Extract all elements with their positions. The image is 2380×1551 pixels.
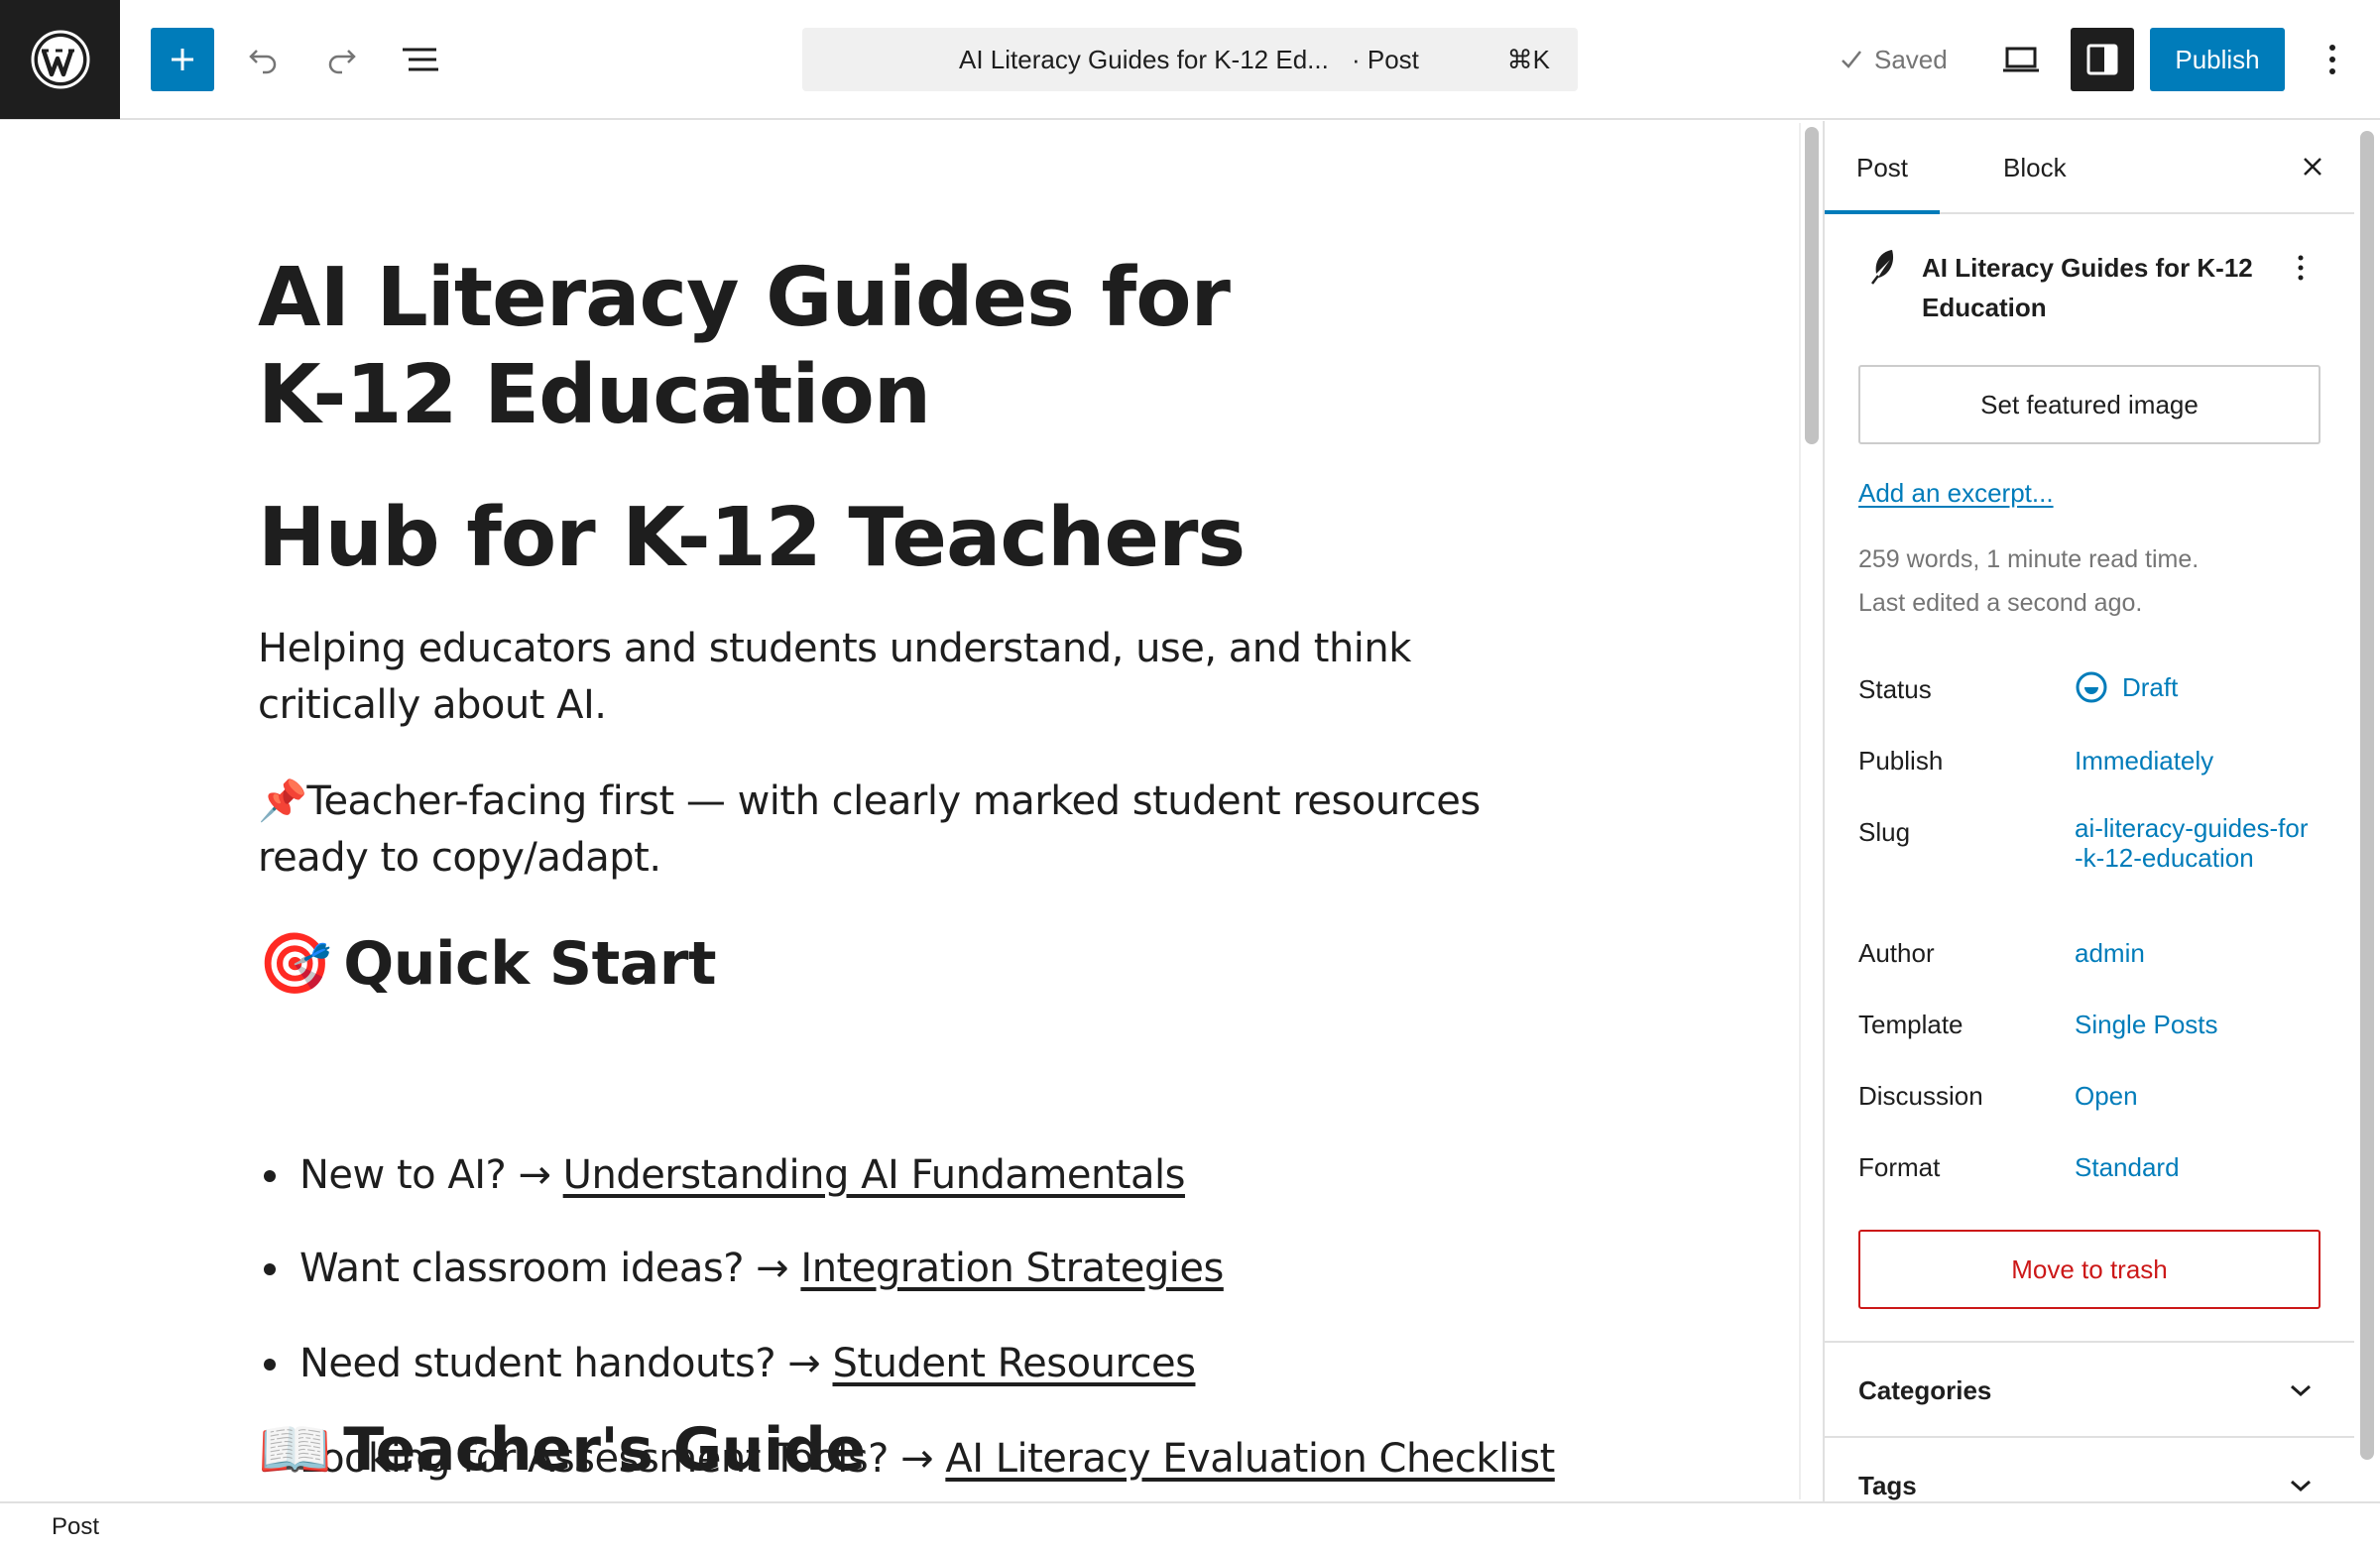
add-block-button[interactable] [151, 28, 214, 91]
command-palette-bar[interactable]: AI Literacy Guides for K-12 Ed... · Post… [802, 28, 1578, 91]
post-card-title: AI Literacy Guides for K-12 Education [1922, 253, 2253, 322]
sidebar-toggle-icon [2086, 44, 2118, 75]
list-item-prefix: Want classroom ideas? → [299, 1246, 801, 1291]
tags-panel-label: Tags [1858, 1471, 1917, 1500]
checkmark-icon [1842, 51, 1861, 68]
word-count: 259 words, 1 minute read time. [1858, 545, 2200, 573]
tags-toggle[interactable] [2281, 1466, 2320, 1501]
chevron-down-icon [2291, 1384, 2311, 1397]
discussion-button[interactable]: Open [2075, 1081, 2138, 1112]
list-item: Want classroom ideas? → Integration Stra… [264, 1244, 1224, 1293]
sidebar-scrollbar-thumb[interactable] [2360, 131, 2374, 1460]
student-resources-link[interactable]: Student Resources [833, 1341, 1196, 1386]
sidebar-scrollbar[interactable] [2356, 123, 2378, 1499]
author-label: Author [1858, 938, 1935, 968]
post-actions-button[interactable] [2281, 248, 2320, 288]
slug-button[interactable]: ai-literacy-guides-for-k-12-education [2075, 813, 2313, 873]
publish-button[interactable]: Publish [2150, 28, 2285, 91]
add-excerpt-link[interactable]: Add an excerpt... [1858, 478, 2054, 509]
saved-label: Saved [1874, 44, 1948, 74]
undo-icon [249, 50, 277, 74]
more-vertical-icon [2298, 255, 2304, 281]
quick-start-heading[interactable]: 🎯 Quick Start [258, 926, 717, 1002]
options-menu-button[interactable] [2301, 28, 2364, 91]
categories-toggle[interactable] [2281, 1371, 2320, 1410]
post-feather-icon [1871, 250, 1894, 285]
template-button[interactable]: Single Posts [2075, 1010, 2218, 1040]
wordpress-icon [31, 30, 89, 89]
sidebar-tabs: Post Block [1825, 121, 2354, 214]
open-book-icon: 📖 [258, 1415, 332, 1485]
document-type: · Post [1352, 45, 1419, 74]
document-overview-button[interactable] [389, 28, 452, 91]
draft-status-icon [2076, 671, 2107, 703]
last-edited: Last edited a second ago. [1858, 589, 2143, 617]
note-text: Teacher-facing first — with clearly mark… [258, 778, 1481, 881]
status-label: Status [1858, 674, 1932, 704]
close-settings-button[interactable] [2281, 135, 2344, 198]
list-view-icon [403, 48, 438, 71]
status-button[interactable]: Draft [2075, 670, 2178, 704]
settings-toggle-button[interactable] [2071, 28, 2134, 91]
teachers-guide-heading[interactable]: 📖 Teacher's Guide [258, 1412, 866, 1488]
block-breadcrumb[interactable]: Post [52, 1503, 99, 1551]
editor-header: AI Literacy Guides for K-12 Ed... · Post… [0, 0, 2380, 120]
slug-label: Slug [1858, 817, 1911, 847]
set-featured-image-button[interactable]: Set featured image [1858, 365, 2320, 444]
wordpress-logo-button[interactable] [0, 0, 120, 119]
list-item: New to AI? → Understanding AI Fundamenta… [264, 1150, 1186, 1200]
close-icon [2304, 158, 2321, 176]
editor-footer: Post [0, 1501, 2380, 1549]
tags-panel[interactable]: Tags [1825, 1436, 2354, 1501]
command-shortcut: ⌘K [1506, 45, 1550, 74]
categories-panel-label: Categories [1858, 1375, 1992, 1405]
note-paragraph[interactable]: 📌Teacher-facing first — with clearly mar… [258, 774, 1547, 887]
redo-button[interactable] [309, 28, 373, 91]
format-label: Format [1858, 1152, 1941, 1182]
settings-sidebar: Post Block AI Literacy Guides for K-12 E… [1823, 121, 2354, 1501]
format-button[interactable]: Standard [2075, 1152, 2180, 1183]
view-button[interactable] [1989, 28, 2053, 91]
move-to-trash-button[interactable]: Move to trash [1858, 1230, 2320, 1309]
canvas-scrollbar-thumb[interactable] [1805, 127, 1819, 444]
post-title-field[interactable]: AI Literacy Guides for K-12 Education [258, 250, 1309, 444]
desktop-preview-icon [2003, 47, 2039, 72]
plus-icon [172, 49, 193, 70]
heading-block[interactable]: Hub for K-12 Teachers [258, 490, 1246, 587]
evaluation-checklist-link[interactable]: AI Literacy Evaluation Checklist [945, 1436, 1555, 1482]
status-value: Draft [2122, 671, 2179, 702]
saved-indicator: Saved [1839, 28, 1948, 91]
intro-paragraph[interactable]: Helping educators and students understan… [258, 621, 1547, 734]
quick-start-heading-text: Quick Start [343, 929, 717, 999]
list-item-prefix: New to AI? → [299, 1152, 563, 1198]
pushpin-icon: 📌 [258, 778, 307, 824]
tab-block[interactable]: Block [1971, 121, 2098, 214]
author-button[interactable]: admin [2075, 938, 2145, 969]
editor-canvas[interactable]: AI Literacy Guides for K-12 Education Hu… [0, 121, 1797, 1501]
fundamentals-link[interactable]: Understanding AI Fundamentals [563, 1152, 1186, 1198]
chevron-down-icon [2291, 1480, 2311, 1492]
target-icon: 🎯 [258, 929, 332, 999]
categories-panel[interactable]: Categories [1825, 1341, 2354, 1436]
template-label: Template [1858, 1010, 1964, 1039]
publish-date-button[interactable]: Immediately [2075, 746, 2213, 776]
discussion-label: Discussion [1858, 1081, 1983, 1111]
teachers-guide-heading-text: Teacher's Guide [343, 1415, 866, 1485]
redo-icon [328, 50, 356, 74]
more-vertical-icon [2329, 45, 2335, 74]
integration-strategies-link[interactable]: Integration Strategies [800, 1246, 1224, 1291]
undo-button[interactable] [232, 28, 296, 91]
list-item: Need student handouts? → Student Resourc… [263, 1339, 1196, 1388]
canvas-scrollbar[interactable] [1799, 123, 1821, 1499]
document-title: AI Literacy Guides for K-12 Ed... [959, 45, 1329, 74]
tab-post[interactable]: Post [1825, 121, 1941, 214]
list-item-prefix: Need student handouts? → [299, 1341, 833, 1386]
publish-label: Publish [1858, 746, 1944, 776]
